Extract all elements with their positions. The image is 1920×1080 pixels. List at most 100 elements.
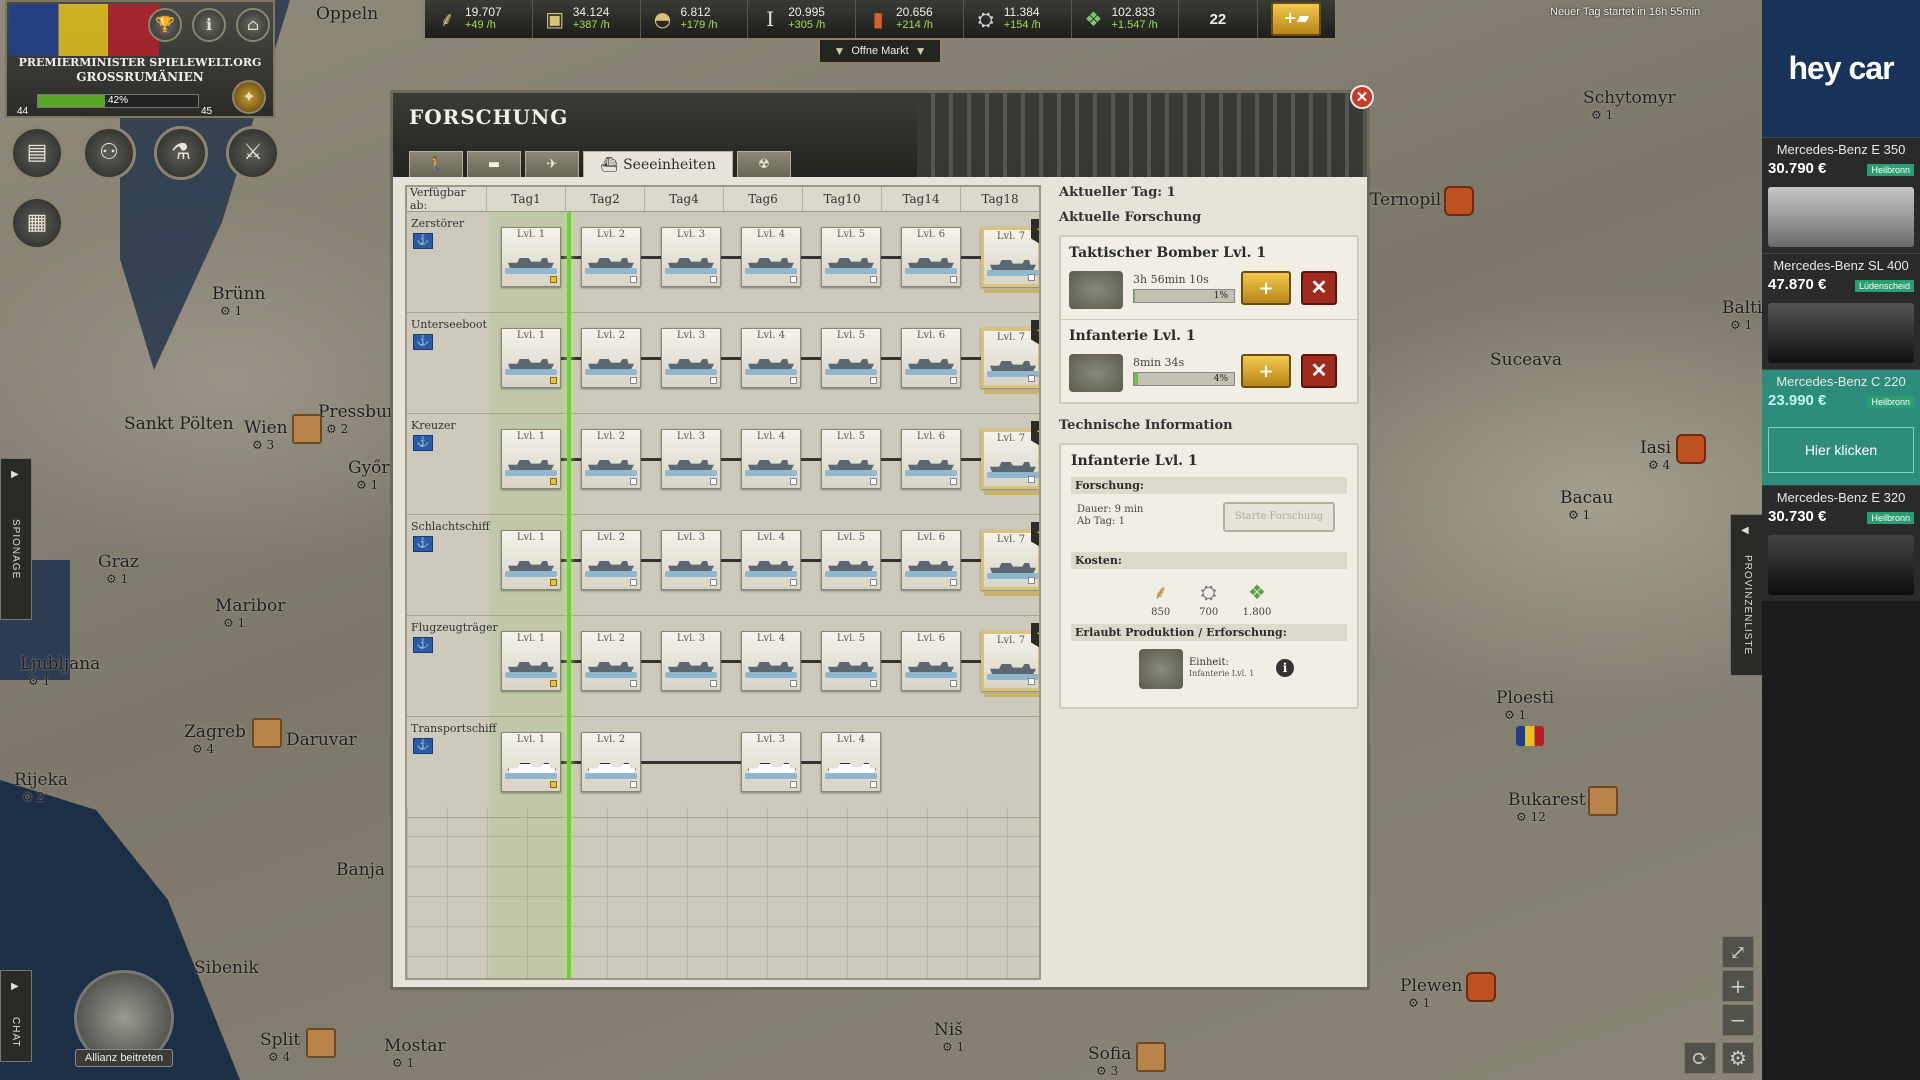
research-node[interactable]: Lvl. 6 <box>901 631 961 691</box>
research-node[interactable]: Lvl. 3 <box>661 530 721 590</box>
alliance-button[interactable]: Allianz beitreten <box>74 970 174 1067</box>
city-label[interactable]: Banja <box>336 860 385 880</box>
resource-steel[interactable]: I 20.995 +305 /h <box>748 0 856 38</box>
research-node[interactable]: Lvl. 2 <box>581 227 641 287</box>
tab-infantry[interactable]: 🚶 <box>409 151 463 177</box>
research-node[interactable]: Lvl. 5 <box>821 631 881 691</box>
research-node[interactable]: Lvl. 6 <box>901 328 961 388</box>
research-node[interactable]: Lvl. 5 <box>821 530 881 590</box>
research-node[interactable]: Lvl. 3 <box>661 631 721 691</box>
research-node[interactable]: Lvl. 1 <box>501 530 561 590</box>
chat-tab[interactable]: ▶ CHAT <box>0 970 32 1062</box>
city-label[interactable]: Split ⚙ 4 <box>260 1030 300 1064</box>
city-label[interactable]: Graz ⚙ 1 <box>98 552 139 586</box>
trophy-icon[interactable]: 🏆 <box>148 8 182 42</box>
army-icon[interactable]: ⚔ <box>226 126 280 180</box>
research-node[interactable]: Lvl. 4 <box>741 631 801 691</box>
research-node[interactable]: Lvl. 4 <box>821 732 881 792</box>
research-node[interactable]: Lvl. 2 <box>581 328 641 388</box>
newspaper-icon[interactable]: ▤ <box>10 126 64 180</box>
city-label[interactable]: Bukarest ⚙ 12 <box>1508 790 1586 824</box>
info-icon[interactable]: i <box>192 8 226 42</box>
tab-armor[interactable]: ▬ <box>467 151 521 177</box>
research-node[interactable]: Lvl. 1 <box>501 429 561 489</box>
resource-oil[interactable]: ▮ 20.656 +214 /h <box>856 0 964 38</box>
city-label[interactable]: Maribor ⚙ 1 <box>215 596 285 630</box>
ad-item[interactable]: Mercedes-Benz SL 400 47.870 € Lüdenscheid <box>1762 253 1920 369</box>
start-research-button[interactable]: Starte Forschung <box>1223 502 1335 532</box>
resource-supplies[interactable]: ▣ 34.124 +387 /h <box>533 0 641 38</box>
ad-item[interactable]: Mercedes-Benz E 320 30.730 € Heilbronn <box>1762 485 1920 601</box>
research-node[interactable]: Lvl. 5 <box>821 227 881 287</box>
research-node[interactable]: Lvl. 2 <box>581 732 641 792</box>
tab-air[interactable]: ✈ <box>525 151 579 177</box>
city-label[interactable]: Ploesti ⚙ 1 <box>1496 688 1554 722</box>
ad-brand-logo[interactable]: hey car <box>1762 0 1920 137</box>
open-market-button[interactable]: ▼ Offne Markt ▼ <box>818 40 942 64</box>
research-node[interactable]: Lvl. 4 <box>741 429 801 489</box>
refresh-icon[interactable]: ⟳ <box>1684 1042 1716 1074</box>
rank-eagle-icon[interactable]: ✦ <box>232 80 266 114</box>
tab-naval[interactable]: ⛴ Seeeinheiten <box>583 151 733 177</box>
city-label[interactable]: Rijeka ⚙ 2 <box>14 770 68 804</box>
close-window-button[interactable]: ✕ <box>1350 85 1374 109</box>
home-icon[interactable]: ⌂ <box>236 8 270 42</box>
resource-money[interactable]: ❖ 102.833 +1.547 /h <box>1072 0 1180 38</box>
city-label[interactable]: Zagreb ⚙ 4 <box>184 722 246 756</box>
research-node[interactable]: Lvl. 1 <box>501 227 561 287</box>
city-label[interactable]: Oppeln <box>316 4 378 24</box>
city-label[interactable]: Ternopil <box>1370 190 1441 210</box>
fullscreen-icon[interactable]: ⤢ <box>1722 936 1754 968</box>
research-node[interactable]: Lvl. 5 <box>821 328 881 388</box>
diplomacy-icon[interactable]: ⚇ <box>82 126 136 180</box>
calendar-icon[interactable]: ▦ <box>10 196 64 250</box>
research-node[interactable]: Lvl. 4 <box>741 530 801 590</box>
city-label[interactable]: Sankt Pölten <box>124 414 234 434</box>
research-node[interactable]: Lvl. 1 <box>501 328 561 388</box>
research-node[interactable]: Lvl. 3 <box>661 429 721 489</box>
research-node[interactable]: Lvl. 6 <box>901 530 961 590</box>
tab-special[interactable]: ☢ <box>737 151 791 177</box>
buy-gold-button[interactable]: +▰ <box>1271 2 1322 36</box>
ad-item[interactable]: Mercedes-Benz C 220 23.990 € Heilbronn Hie… <box>1762 369 1920 485</box>
ad-item[interactable]: Mercedes-Benz E 350 30.790 € Heilbronn <box>1762 137 1920 253</box>
cancel-research-button[interactable]: ✕ <box>1301 271 1337 305</box>
speedup-gold-button[interactable]: + <box>1241 271 1291 305</box>
city-label[interactable]: Sofia ⚙ 3 <box>1088 1044 1131 1078</box>
city-label[interactable]: Daruvar <box>286 730 357 750</box>
city-label[interactable]: Wien ⚙ 3 <box>244 418 288 452</box>
city-label[interactable]: Mostar ⚙ 1 <box>384 1036 445 1070</box>
zoom-in-button[interactable]: + <box>1722 970 1754 1002</box>
research-node[interactable]: Lvl. 4 <box>741 227 801 287</box>
research-node[interactable]: Lvl. 3 <box>661 227 721 287</box>
city-label[interactable]: Schytomyr ⚙ 1 <box>1583 88 1676 122</box>
speedup-gold-button[interactable]: + <box>1241 354 1291 388</box>
province-list-tab[interactable]: ◀ PROVINZENLISTE <box>1730 514 1764 676</box>
research-node[interactable]: Lvl. 1 <box>501 732 561 792</box>
resource-grain[interactable]: ⸙ 19.707 +49 /h <box>425 0 533 38</box>
unit-info-icon[interactable]: i <box>1276 659 1294 677</box>
research-node[interactable]: Lvl. 3 <box>661 328 721 388</box>
settings-gear-icon[interactable]: ⚙ <box>1722 1042 1754 1074</box>
research-node[interactable]: Lvl. 2 <box>581 429 641 489</box>
zoom-out-button[interactable]: − <box>1722 1004 1754 1036</box>
city-label[interactable]: Bacau ⚙ 1 <box>1560 488 1613 522</box>
resource-manpower[interactable]: ◓ 6.812 +179 /h <box>641 0 749 38</box>
espionage-tab[interactable]: ▶ SPIONAGE <box>0 458 32 620</box>
city-label[interactable]: Sibenik <box>194 958 259 978</box>
research-node[interactable]: Lvl. 1 <box>501 631 561 691</box>
research-icon[interactable]: ⚗ <box>154 126 208 180</box>
city-label[interactable]: Balti ⚙ 1 <box>1722 298 1762 332</box>
city-label[interactable]: Niš ⚙ 1 <box>934 1020 964 1054</box>
research-node[interactable]: Lvl. 4 <box>741 328 801 388</box>
city-label[interactable]: Suceava <box>1490 350 1562 370</box>
research-node[interactable]: Lvl. 6 <box>901 227 961 287</box>
city-label[interactable]: Győr ⚙ 1 <box>348 458 390 492</box>
city-label[interactable]: Iasi ⚙ 4 <box>1640 438 1671 472</box>
research-node[interactable]: Lvl. 2 <box>581 631 641 691</box>
resource-rare-materials[interactable]: ⛭ 11.384 +154 /h <box>964 0 1072 38</box>
research-node[interactable]: Lvl. 3 <box>741 732 801 792</box>
research-node[interactable]: Lvl. 2 <box>581 530 641 590</box>
city-label[interactable]: Ljubljana ⚙ 1 <box>20 654 100 688</box>
research-node[interactable]: Lvl. 5 <box>821 429 881 489</box>
